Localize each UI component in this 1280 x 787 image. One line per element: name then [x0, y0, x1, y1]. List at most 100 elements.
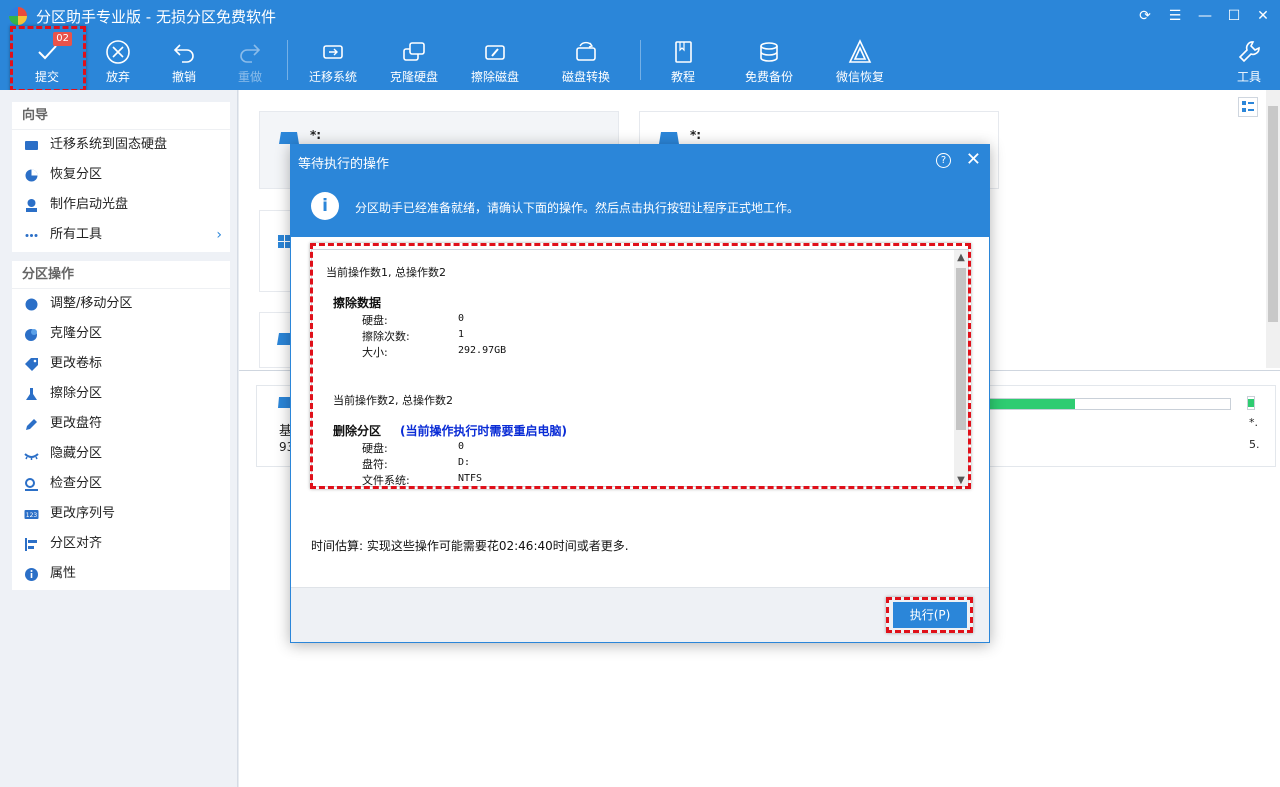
commit-button[interactable]: 提交 02: [14, 32, 80, 90]
sidebar-item-label: 所有工具: [50, 227, 103, 242]
dialog-title: 等待执行的操作: [298, 157, 390, 172]
migrate-ssd-icon: [25, 141, 38, 150]
discard-button[interactable]: 放弃: [90, 32, 146, 90]
scroll-up-icon[interactable]: ▲: [954, 252, 968, 263]
partition-usage-fill: [988, 399, 1076, 409]
wizard-panel: 向导 迁移系统到固态硬盘 恢复分区 制作启动光盘 所有工具 ›: [12, 102, 230, 252]
sidebar-item-change-drive-letter[interactable]: 更改盘符: [12, 409, 230, 439]
sidebar-item-label: 擦除分区: [50, 386, 103, 401]
clone-label: 克隆硬盘: [389, 70, 438, 84]
close-icon[interactable]: ✕: [966, 149, 981, 170]
title-bar: 分区助手专业版 - 无损分区免费软件 ⟳ ☰ — ☐ ✕: [0, 0, 1280, 32]
view-toggle-icon[interactable]: [1238, 97, 1258, 117]
sidebar-item-check-partition[interactable]: 检查分区: [12, 469, 230, 499]
dialog-footer: 执行(P): [291, 587, 989, 642]
operation-field-key: 硬盘:: [362, 442, 388, 455]
clone-disk-button[interactable]: 克隆硬盘: [381, 32, 447, 90]
disk-view-scrollbar[interactable]: [1266, 90, 1280, 368]
operation-field-key: 擦除次数:: [362, 330, 410, 343]
tools-label: 工具: [1236, 70, 1261, 84]
pending-operations-dialog: 等待执行的操作 ? ✕ i 分区助手已经准备就绪，请确认下面的操作。然后点击执行…: [290, 144, 990, 643]
recover-partition-icon: [25, 169, 38, 182]
operation-field-value: 1: [458, 329, 465, 340]
operation-field-value: D:: [458, 457, 471, 468]
time-estimate: 时间估算: 实现这些操作可能需要花02:46:40时间或者更多.: [311, 539, 629, 553]
free-backup-button[interactable]: 免费备份: [736, 32, 802, 90]
sidebar-item-hide-partition[interactable]: 隐藏分区: [12, 439, 230, 469]
toolbar: 提交 02 放弃 撤销 重做 迁移系统 克隆硬盘 擦除磁盘 磁盘转换 教程 免费…: [0, 32, 1280, 90]
chevron-right-icon: ›: [216, 227, 222, 243]
tutorial-label: 教程: [670, 70, 695, 84]
undo-icon: [173, 44, 194, 63]
tools-button[interactable]: 工具: [1224, 32, 1274, 90]
undo-label: 撤销: [171, 70, 196, 84]
undo-button[interactable]: 撤销: [156, 32, 212, 90]
drive-letter-icon: [26, 419, 37, 430]
reboot-required-note: (当前操作执行时需要重启电脑): [400, 424, 567, 438]
clone-disk-icon: [403, 42, 425, 61]
book-icon: [675, 41, 692, 63]
menu-icon[interactable]: ☰: [1163, 4, 1187, 28]
redo-icon: [240, 44, 261, 63]
sidebar-item-wipe-partition[interactable]: 擦除分区: [12, 379, 230, 409]
sidebar-item-properties[interactable]: 属性: [12, 559, 230, 589]
sidebar-item-change-serial[interactable]: 123 更改序列号: [12, 499, 230, 529]
operation-field-value: 0: [458, 313, 465, 324]
execute-button[interactable]: 执行(P): [893, 602, 967, 628]
wrench-icon: [1238, 41, 1260, 63]
sidebar-item-label: 检查分区: [50, 476, 103, 491]
partition-size-label: 5.: [1249, 438, 1260, 451]
sidebar-item-recover-partition[interactable]: 恢复分区: [12, 160, 230, 190]
wipe-disk-icon: [485, 45, 505, 60]
toolbar-separator: [287, 40, 288, 80]
wechat-recovery-button[interactable]: 微信恢复: [827, 32, 893, 90]
wipe-disk-button[interactable]: 擦除磁盘: [462, 32, 528, 90]
info-icon: i: [311, 192, 339, 220]
partition-label: *:: [310, 128, 322, 142]
sidebar-item-all-tools[interactable]: 所有工具 ›: [12, 220, 230, 250]
sidebar-item-resize-partition[interactable]: 调整/移动分区: [12, 289, 230, 319]
cancel-circle-icon: [106, 40, 130, 64]
convert-disk-button[interactable]: 磁盘转换: [553, 32, 619, 90]
sidebar-item-label: 克隆分区: [50, 326, 103, 341]
sidebar-item-migrate-ssd[interactable]: 迁移系统到固态硬盘: [12, 130, 230, 160]
wechat-recovery-icon: [848, 39, 872, 63]
clone-partition-icon: [25, 329, 37, 341]
wizard-title: 向导: [12, 102, 230, 130]
partition-label: *.: [1249, 416, 1258, 429]
all-tools-icon: [25, 234, 38, 237]
label-tag-icon: [25, 358, 38, 371]
operation-field-key: 大小:: [362, 346, 388, 359]
maximize-button[interactable]: ☐: [1222, 4, 1246, 28]
redo-label: 重做: [237, 70, 262, 84]
tutorial-button[interactable]: 教程: [655, 32, 711, 90]
scrollbar-thumb[interactable]: [1268, 106, 1278, 322]
scroll-down-icon[interactable]: ▼: [954, 475, 968, 486]
migrate-os-button[interactable]: 迁移系统: [300, 32, 366, 90]
scrollbar-thumb[interactable]: [956, 268, 966, 430]
backup-database-icon: [760, 42, 778, 62]
operation-name: 擦除数据: [333, 296, 382, 310]
operation-header: 当前操作数1, 总操作数2: [326, 266, 446, 279]
sidebar-item-align-partition[interactable]: 分区对齐: [12, 529, 230, 559]
minimize-button[interactable]: —: [1193, 4, 1217, 28]
redo-button[interactable]: 重做: [222, 32, 278, 90]
commit-label: 提交: [34, 70, 59, 84]
pending-count-badge: 02: [53, 32, 72, 46]
backup-label: 免费备份: [744, 70, 793, 84]
sidebar-item-clone-partition[interactable]: 克隆分区: [12, 319, 230, 349]
sidebar-item-bootable-media[interactable]: 制作启动光盘: [12, 190, 230, 220]
operations-list[interactable]: 当前操作数1, 总操作数2 擦除数据 硬盘: 0 擦除次数: 1 大小: 292…: [311, 249, 969, 487]
sidebar-item-label: 更改盘符: [50, 416, 103, 431]
toolbar-separator: [640, 40, 641, 80]
operations-scrollbar[interactable]: ▲ ▼: [954, 250, 968, 486]
refresh-icon[interactable]: ⟳: [1133, 4, 1157, 28]
partition-usage-bar: [1247, 396, 1255, 410]
operation-field-key: 文件系统:: [362, 474, 410, 487]
partition-label: *:: [690, 128, 702, 142]
close-window-button[interactable]: ✕: [1251, 4, 1275, 28]
hide-partition-icon: [24, 453, 39, 460]
sidebar-item-change-label[interactable]: 更改卷标: [12, 349, 230, 379]
help-icon[interactable]: ?: [936, 153, 951, 168]
sidebar-item-label: 恢复分区: [50, 167, 103, 182]
